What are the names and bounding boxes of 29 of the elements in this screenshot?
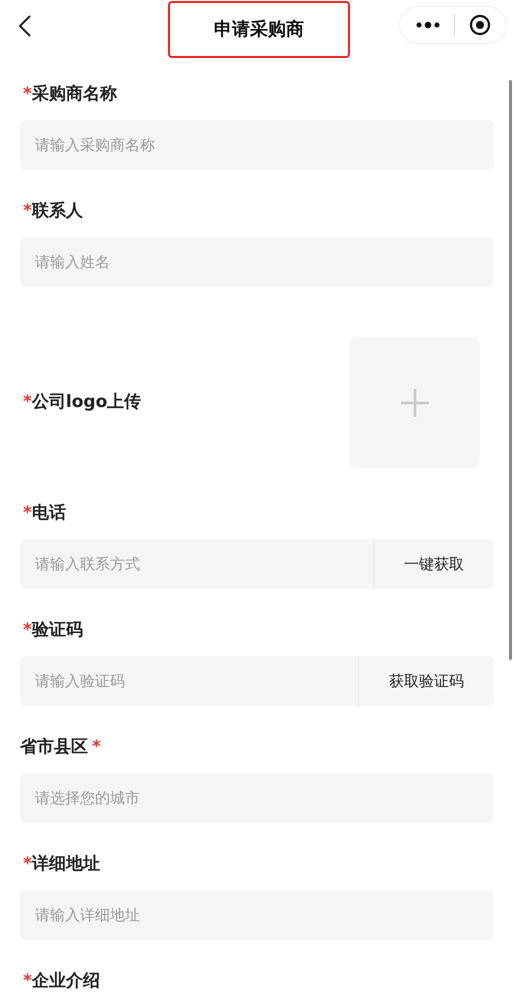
input-field[interactable]: 请输入详细地址 bbox=[20, 890, 494, 940]
page-title: 申请采购商 bbox=[168, 1, 350, 58]
field-label: 联系人 bbox=[32, 200, 83, 224]
input-field[interactable]: 请选择您的城市 bbox=[20, 773, 494, 823]
required-mark: * bbox=[23, 619, 32, 642]
input-field[interactable]: 请输入联系方式 bbox=[20, 539, 373, 589]
back-icon[interactable] bbox=[18, 14, 32, 38]
action-button[interactable]: 一键获取 bbox=[374, 539, 494, 589]
close-icon[interactable] bbox=[469, 14, 491, 36]
required-mark: * bbox=[23, 390, 32, 414]
required-mark: * bbox=[23, 502, 32, 526]
action-button[interactable]: 获取验证码 bbox=[359, 656, 494, 706]
required-mark: * bbox=[23, 83, 32, 106]
input-field[interactable]: 请输入姓名 bbox=[20, 237, 494, 287]
field-label: 公司logo上传 bbox=[32, 390, 142, 414]
required-mark: * bbox=[23, 970, 32, 993]
field-label: 详细地址 bbox=[32, 853, 100, 876]
field-label: 省市县区 bbox=[20, 736, 88, 760]
input-field[interactable]: 请输入采购商名称 bbox=[20, 120, 494, 170]
required-mark: * bbox=[23, 853, 32, 876]
field-label: 企业介绍 bbox=[32, 970, 100, 993]
input-field[interactable]: 请输入验证码 bbox=[20, 656, 358, 706]
field-label: 采购商名称 bbox=[32, 83, 117, 106]
more-icon[interactable] bbox=[416, 21, 440, 29]
required-mark: * bbox=[23, 200, 32, 224]
field-label: 电话 bbox=[32, 502, 66, 526]
required-mark: * bbox=[92, 736, 101, 760]
field-label: 验证码 bbox=[32, 619, 83, 642]
plus-icon bbox=[400, 388, 430, 418]
